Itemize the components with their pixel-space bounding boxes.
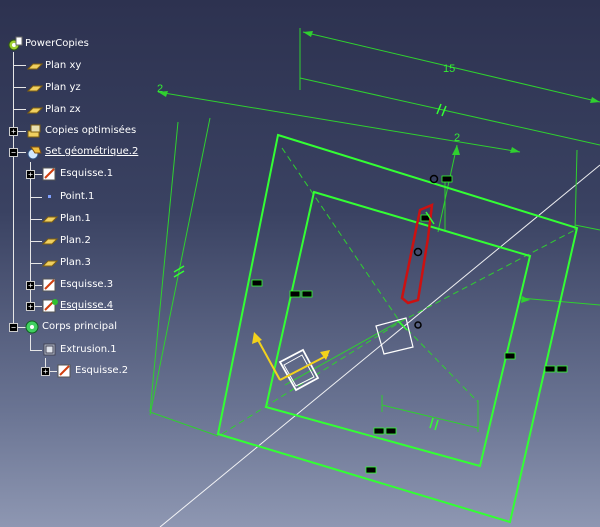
point-icon [42,189,58,205]
tree-item-label: Plan zx [45,104,81,115]
pad-icon [42,342,58,358]
tree-item-esquisse-1[interactable]: Esquisse.1 [42,165,113,183]
plane-icon [41,233,59,249]
tree-item-corps-principal[interactable]: Corps principal [24,318,117,336]
local-axis-widget[interactable] [252,332,330,392]
tree-item-label: Corps principal [42,321,118,332]
tree-item-label: Plan.2 [60,235,91,246]
tree-item-label: Esquisse.2 [75,365,129,376]
collapse-corps-principal[interactable]: − [9,323,18,332]
collapse-set-geometrique[interactable]: − [9,148,18,157]
expand-esquisse-1[interactable]: + [26,170,35,179]
tree-item-point-1[interactable]: Point.1 [42,188,94,206]
gear-icon [7,36,23,52]
optimized-copies-icon [27,123,43,139]
sketch-inner-square[interactable] [264,190,532,468]
tree-item-label: Extrusion.1 [60,344,117,355]
plane-icon [26,58,44,74]
tree-item-label: Esquisse.1 [60,168,114,179]
plane-icon [41,211,59,227]
expand-esquisse-2[interactable]: + [41,367,50,376]
tree-item-set-geometrique-2[interactable]: Set géométrique.2 [27,143,138,161]
tree-item-esquisse-4[interactable]: Esquisse.4 [42,297,113,315]
plane-icon [26,102,44,118]
expand-esquisse-4[interactable]: + [26,302,35,311]
axis-line[interactable] [159,164,600,527]
tree-item-label: Plan xy [45,60,82,71]
tree-item-plan-zx[interactable]: Plan zx [26,101,81,119]
expand-copies-optimisees[interactable]: + [9,127,18,136]
tree-item-copies-optimisees[interactable]: Copies optimisées [27,122,136,140]
tree-item-label: Set géométrique.2 [45,146,139,157]
dimension-text-2-inner[interactable]: 2 [454,132,460,144]
tree-item-plan-1[interactable]: Plan.1 [41,210,91,228]
tree-root[interactable]: PowerCopies [7,35,89,53]
specification-tree[interactable]: + − + + + − + PowerCopies Plan xy Plan y… [0,0,200,400]
expand-esquisse-3[interactable]: + [26,281,35,290]
tree-item-esquisse-2[interactable]: Esquisse.2 [57,362,128,380]
sketch-icon [42,277,58,293]
sketch-icon [42,166,58,182]
dimension-text-15[interactable]: 15 [443,63,455,75]
plane-icon [41,255,59,271]
geometrical-set-icon [27,144,43,160]
tree-item-label: Copies optimisées [45,125,137,136]
sketch-icon [42,298,58,314]
tree-root-label: PowerCopies [25,38,89,49]
tree-item-esquisse-3[interactable]: Esquisse.3 [42,276,113,294]
tree-item-label: Plan.3 [60,257,91,268]
sketch-icon [57,363,73,379]
tree-item-label: Esquisse.3 [60,279,114,290]
part-body-icon [24,319,40,335]
tree-item-plan-2[interactable]: Plan.2 [41,232,91,250]
tree-item-plan-3[interactable]: Plan.3 [41,254,91,272]
tree-item-label: Plan.1 [60,213,91,224]
tree-item-plan-xy[interactable]: Plan xy [26,57,82,75]
dimension-line-left[interactable] [157,91,521,153]
tree-item-extrusion-1[interactable]: Extrusion.1 [42,341,117,359]
tree-item-plan-yz[interactable]: Plan yz [26,79,81,97]
plane-icon [26,80,44,96]
tree-item-label: Point.1 [60,191,95,202]
tree-item-label: Plan yz [45,82,81,93]
sketch-outer-square[interactable] [216,133,579,524]
tree-item-label: Esquisse.4 [60,300,114,311]
